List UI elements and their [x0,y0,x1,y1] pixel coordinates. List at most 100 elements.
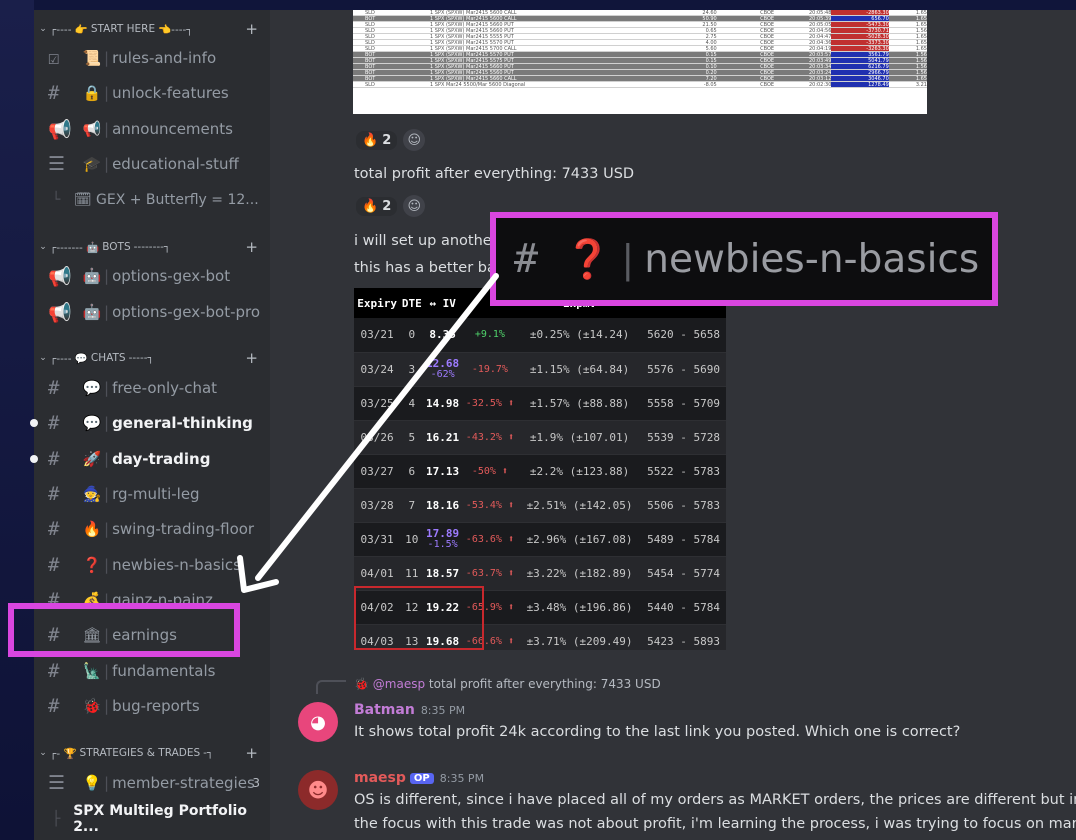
maesp-avatar[interactable]: ☻ [298,770,338,810]
trade-cell: 20:03:57 [808,52,832,58]
fire-icon: 🔥 [82,520,102,538]
gex-expiry-table-image[interactable]: ExpiryDTE↔ IVExpmv 03/2108.35+9.1%±0.25%… [354,288,726,650]
iv-value: 16.21 [426,430,460,444]
fire-reaction[interactable]: 🔥 2 [356,130,398,150]
chevron-down-icon: ⌄ [39,748,47,758]
channel-label: rg-multi-leg [112,485,200,503]
thread-spx-multileg[interactable]: ├ SPX Multileg Portfolio 2... [34,803,270,835]
channel-fundamentals[interactable]: # 🗽 | fundamentals [34,655,270,687]
table-cell: 5576 - 5690 [641,352,726,387]
forum-icon: ☰ [48,772,66,794]
table-cell: 13 [400,624,424,650]
channel-rules-and-info[interactable]: ☑ 📜 | rules-and-info [34,42,270,74]
trade-cell: 20:05:05 [808,22,832,28]
channel-label: options-gex-bot [112,267,231,285]
fire-icon: 🔥 [362,198,379,214]
channel-day-trading[interactable]: # 🚀 | day-trading [30,443,270,475]
channel-member-strategies[interactable]: ☰ 💡 | member-strategies 3 [34,767,270,799]
table-cell: 5620 - 5658 [641,318,726,353]
hash-icon: # [48,660,60,682]
category-prefix: ┌------- 🤖 [50,241,100,254]
table-cell: 5539 - 5728 [641,420,726,455]
thread-gex-butterfly[interactable]: └ 🗓 GEX + Butterfly = 12... [34,185,270,215]
trade-cell: BOT [365,76,376,82]
add-reaction-icon[interactable]: ☺ [403,195,426,217]
category-bots[interactable]: ⌄ ┌------- 🤖 BOTS --------┐ + [34,237,270,257]
trade-cell: 1.56 [915,52,927,58]
table-cell: 16.21 [423,420,462,455]
channel-options-gex-bot[interactable]: 📢 🤖 | options-gex-bot [34,260,270,292]
channel-label: rules-and-info [112,49,217,67]
table-cell: ±3.22% (±182.89) [517,556,642,591]
forum-icon: ☰ [48,153,66,175]
table-cell: 14.98 [423,386,462,421]
add-channel-icon[interactable]: + [245,20,258,38]
table-cell: 03/21 [354,318,401,353]
category-start-here[interactable]: ⌄ ┌---- 👉 START HERE 👈----┐ + [34,19,270,39]
add-channel-icon[interactable]: + [245,238,258,256]
channel-rg-multi-leg[interactable]: # 🧙 | rg-multi-leg [34,478,270,510]
channel-options-gex-bot-pro[interactable]: 📢 🤖 | options-gex-bot-pro [34,296,270,328]
table-cell: 18.57 [423,556,462,591]
username-batman[interactable]: Batman 8:35 PM [354,702,465,718]
reaction-count: 2 [382,198,392,214]
fire-reaction[interactable]: 🔥 2 [356,196,398,216]
channel-newbies-n-basics[interactable]: # ❓ | newbies-n-basics [34,549,270,581]
reply-preview[interactable]: 🐞 @maesp total profit after everything: … [354,677,661,691]
trade-cell: 1 SPX (SPXW) Mar2415 5660 PUT [430,22,514,28]
channel-bug-reports[interactable]: # 🐞 | bug-reports [34,690,270,722]
category-suffix: -----┐ [128,352,154,364]
trade-cell: 20:04:47 [808,34,832,40]
table-cell: 03/31 [354,522,401,557]
expiry-table: ExpiryDTE↔ IVExpmv 03/2108.35+9.1%±0.25%… [354,288,726,650]
trade-row: SLD 1 SPX Mar24 5500/Mar 5600 Diagonal -8.… [353,82,927,88]
category-chats[interactable]: ⌄ ┌---- 💬 CHATS -----┐ + [34,348,270,368]
channel-educational-stuff[interactable]: ☰ 🎓 | educational-stuff [34,148,270,180]
hash-icon: # [48,412,60,434]
reply-mention[interactable]: @maesp [373,677,425,691]
rocket-icon: 🚀 [82,450,102,468]
thread-count-badge: 3 [252,776,260,790]
add-reaction-icon[interactable]: ☺ [403,129,426,151]
speech-bubble-icon: 💬 [82,379,102,397]
table-row: 03/27 6 17.13 -50% ⬆ ±2.2% (±123.88) 5522 - 5… [354,454,726,489]
table-row: 03/26 5 16.21 -43.2% ⬆ ±1.9% (±107.01) 5539 -… [354,420,726,455]
trade-cell: -5028.30 [831,34,889,40]
table-cell: ±1.57% (±88.88) [517,386,642,421]
column-header: ↔ IV [423,288,462,318]
channel-free-only-chat[interactable]: # 💬 | free-only-chat [34,372,270,404]
channel-swing-trading-floor[interactable]: # 🔥 | swing-trading-floor [34,513,270,545]
trade-cell: 20:03:24 [808,70,832,76]
table-cell: 03/26 [354,420,401,455]
robot-icon: 🤖 [82,267,102,285]
trade-cell: 1278.49 [831,82,889,88]
batman-avatar[interactable]: ◕ [298,702,338,742]
channel-label: general-thinking [112,414,253,432]
trade-cell: 1.65 [915,76,927,82]
reaction-count: 2 [382,132,392,148]
timestamp: 8:35 PM [420,704,466,717]
thread-label: GEX + Butterfly = 12... [96,192,259,208]
table-cell: 03/25 [354,386,401,421]
unread-indicator [30,455,38,463]
trade-cell: BOT [365,16,376,22]
add-channel-icon[interactable]: + [245,744,258,762]
category-strategies-trades[interactable]: ⌄ ┌- 🏆 STRATEGIES & TRADES -┐ + [34,743,270,763]
category-prefix: ┌- 🏆 [50,747,77,760]
iv-value: 14.98 [426,396,460,410]
category-label: START HERE [90,23,156,35]
trade-cell: CBOE [760,28,775,34]
trade-cell: 20:03:34 [808,64,832,70]
trade-cell: 0.15 [705,52,717,58]
trade-cell: 1.65 [915,40,927,46]
trade-cell: BOT [365,64,376,70]
channel-announcements[interactable]: 📢 📢 | announcements [34,113,270,145]
hash-icon: # [48,377,60,399]
table-cell: 0 [400,318,424,353]
trade-cell: 20:03:12 [808,76,832,82]
trade-log-screenshot[interactable]: SLD 1 SPX (SPXW) Mar2415 5600 CALL 24.60 CB… [353,10,927,114]
add-channel-icon[interactable]: + [245,349,258,367]
channel-unlock-features[interactable]: # 🔒 | unlock-features [34,77,270,109]
channel-general-thinking[interactable]: # 💬 | general-thinking [30,407,270,439]
username-maesp[interactable]: maesp OP 8:35 PM [354,770,484,786]
